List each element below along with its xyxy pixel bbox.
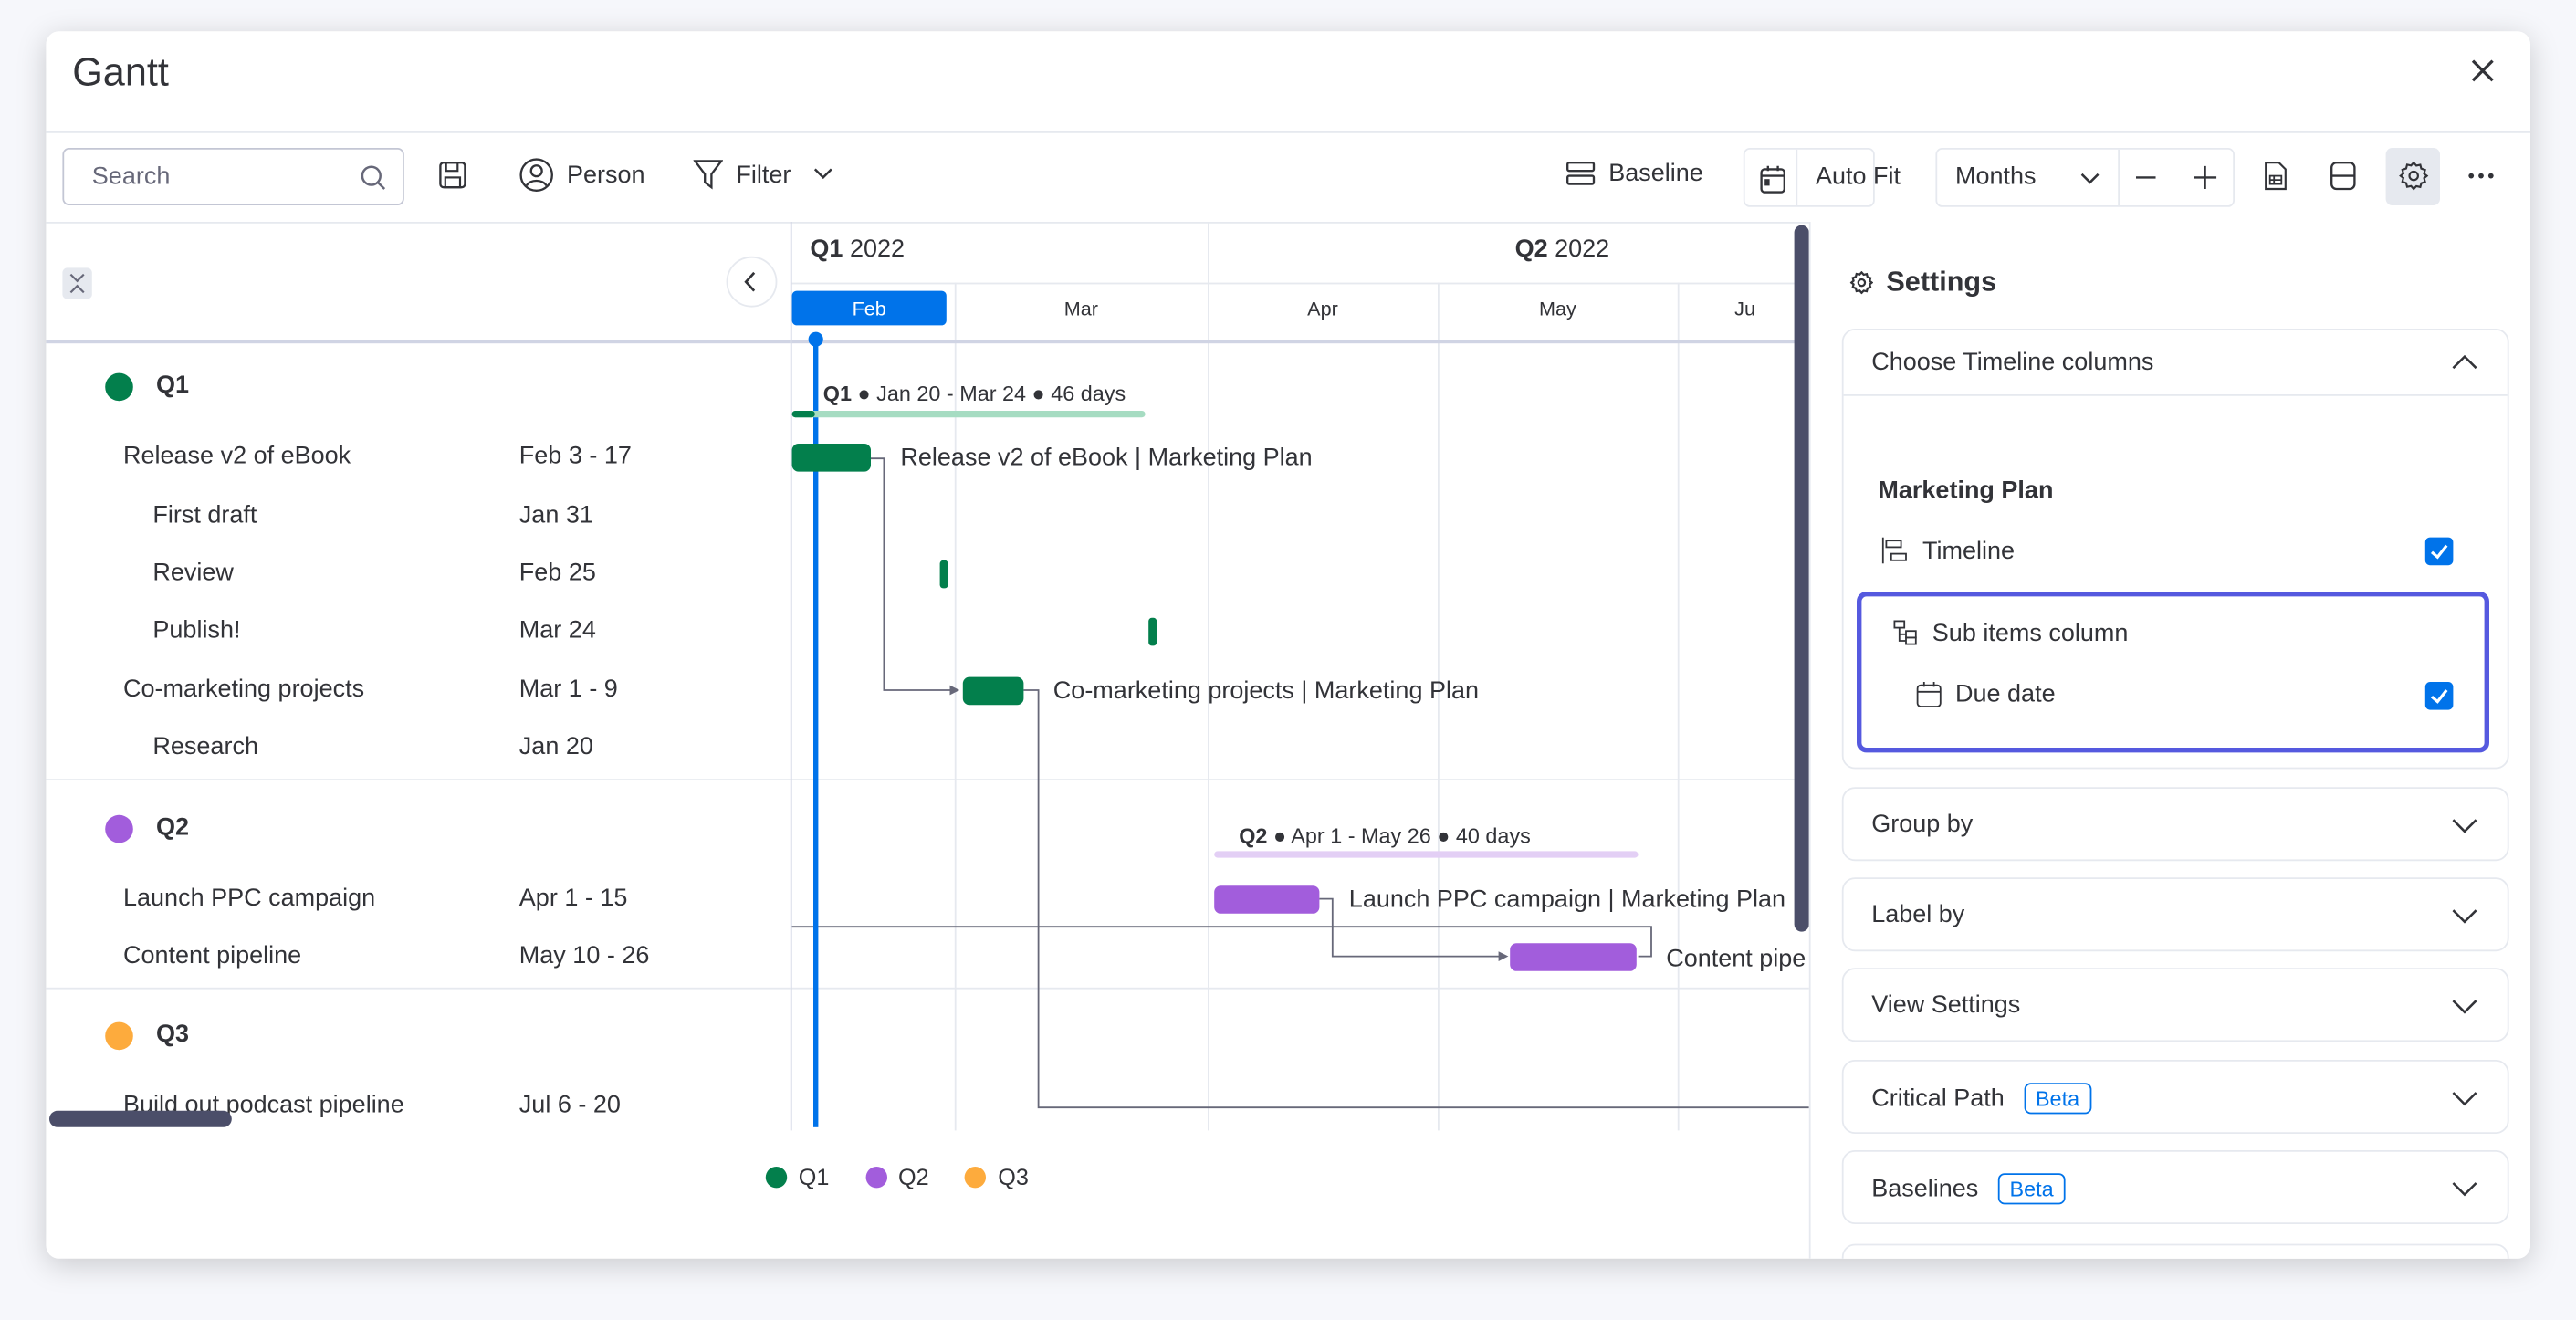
calendar-icon	[1916, 682, 1942, 708]
chevron-down-icon	[2452, 818, 2478, 834]
chevron-up-icon	[2452, 353, 2478, 370]
beta-badge: Beta	[2024, 1083, 2091, 1115]
legend-item: Q2	[865, 1163, 929, 1189]
legend-dot	[865, 1166, 887, 1188]
section-label: Label by	[1871, 900, 1965, 928]
close-icon[interactable]	[2469, 58, 2496, 84]
gantt-bar-release-v2[interactable]	[791, 444, 871, 472]
section-label: Baselines	[1871, 1175, 1979, 1203]
milestone-publish[interactable]	[1148, 617, 1157, 646]
gantt-window: Gantt Search Person Filter Baseline Auto…	[46, 31, 2531, 1259]
settings-section[interactable]: View Settings	[1841, 968, 2509, 1042]
vertical-scrollbar[interactable]	[1794, 225, 1809, 932]
section-label: View Settings	[1871, 990, 2021, 1019]
chevron-down-icon	[2452, 1181, 2478, 1198]
gantt-bar-content-pipeline[interactable]	[1510, 943, 1637, 971]
settings-section[interactable]: Group by	[1841, 787, 2509, 862]
sub-items-highlight: Sub items column Due date	[1857, 592, 2489, 753]
legend-item: Q1	[765, 1163, 829, 1189]
gantt-bar-ppc[interactable]	[1214, 885, 1320, 914]
timescale-value: Months	[1955, 162, 2037, 191]
bar-label: Release v2 of eBook | Marketing Plan	[900, 444, 1313, 472]
bar-label: Co-marketing projects | Marketing Plan	[1052, 676, 1479, 706]
timeline-columns-card: Choose Timeline columns Marketing Plan T…	[1841, 329, 2509, 770]
legend: Q1 Q2 Q3	[765, 1163, 1029, 1189]
today-marker	[808, 331, 823, 347]
due-date-label: Due date	[1955, 680, 2056, 708]
section-label: Group by	[1871, 810, 1974, 838]
timeline-checkbox[interactable]	[2424, 537, 2454, 566]
bar-label: Launch PPC campaign | Marketing Plan	[1348, 885, 1786, 914]
dependency-lines	[791, 457, 1809, 1109]
timescale-select[interactable]: Months	[1937, 150, 2101, 205]
settings-section[interactable]: Label by	[1841, 877, 2509, 952]
settings-title: Settings	[1849, 267, 1996, 299]
gear-icon	[2399, 161, 2429, 191]
beta-badge: Beta	[1997, 1173, 2066, 1205]
zoom-in-icon[interactable]	[2194, 165, 2217, 189]
timeline-columns-header[interactable]: Choose Timeline columns	[1843, 330, 2508, 396]
legend-item: Q3	[965, 1163, 1029, 1189]
chevron-down-icon	[2080, 173, 2100, 185]
layout-icon[interactable]	[2330, 161, 2356, 191]
more-icon[interactable]	[2468, 173, 2495, 179]
settings-section[interactable]: Critical Path Beta	[1841, 1060, 2509, 1134]
section-label: Critical Path	[1871, 1084, 2005, 1113]
legend-dot	[965, 1166, 987, 1188]
board-name: Marketing Plan	[1878, 477, 2054, 505]
subitems-icon	[1893, 620, 1920, 646]
milestone-review[interactable]	[939, 560, 948, 589]
legend-dot	[765, 1166, 788, 1188]
q1-summary-bar	[791, 411, 1146, 418]
chevron-down-icon	[2452, 908, 2478, 925]
zoom-out-icon[interactable]	[2136, 176, 2156, 180]
chevron-down-icon	[2452, 1091, 2478, 1107]
export-icon[interactable]	[2264, 161, 2287, 191]
subitems-label: Sub items column	[1932, 619, 2129, 648]
q1-summary-label: Q1 ● Jan 20 - Mar 24 ● 46 days	[822, 381, 1126, 406]
gantt-bar-co-marketing[interactable]	[962, 676, 1024, 706]
timeline-icon	[1881, 537, 1908, 564]
settings-section[interactable]: Baselines Beta	[1841, 1150, 2509, 1224]
chevron-down-icon	[2452, 999, 2478, 1015]
bar-label: Content pipe	[1666, 945, 1806, 973]
timeline-column-label: Timeline	[1922, 537, 2016, 566]
gear-icon	[1849, 271, 1873, 295]
zoom-group: Months	[1935, 148, 2235, 207]
due-date-checkbox[interactable]	[2424, 682, 2454, 710]
q2-summary-bar	[1214, 851, 1639, 858]
settings-button[interactable]	[2385, 148, 2440, 205]
q2-summary-label: Q2 ● Apr 1 - May 26 ● 40 days	[1239, 822, 1531, 848]
